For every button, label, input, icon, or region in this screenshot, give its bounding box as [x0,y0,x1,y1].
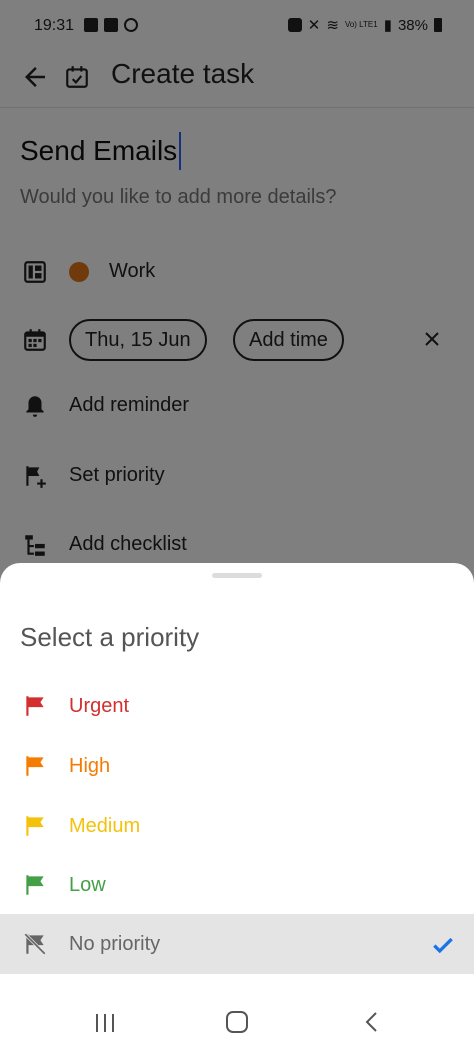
notification-icons [84,18,138,32]
set-priority-label: Set priority [69,464,165,486]
sheet-title: Select a priority [20,622,200,652]
calendar-check-icon [66,66,88,88]
list-row[interactable]: Work [0,246,474,296]
lock-icon [287,18,302,32]
mute-icon: ✕ [307,17,321,34]
add-checklist-label: Add checklist [69,533,187,555]
network-label: Vo) LTE1 [344,20,378,29]
flag-off-icon [24,933,46,955]
priority-option-high[interactable]: High [0,736,474,796]
date-chip[interactable]: Thu, 15 Jun [69,319,207,361]
status-time: 19:31 [34,17,75,34]
priority-label: Urgent [69,695,130,717]
flag-icon [26,816,44,836]
home-icon[interactable] [226,1011,248,1033]
task-title-input[interactable]: Send Emails [20,132,182,170]
priority-option-none[interactable]: No priority [0,914,474,974]
bag-icon [104,18,118,32]
status-bar: 19:31 ✕ ≋ Vo) LTE1 ▮ 38% [0,0,474,52]
battery-level: 38% [397,16,428,34]
priority-bottom-sheet: Select a priority Urgent High Medium Low… [0,563,474,1053]
list-color-dot [69,262,89,282]
flag-plus-icon [26,466,46,488]
gallery-icon [84,18,98,32]
priority-label: Low [69,874,106,896]
recents-icon[interactable] [94,1013,116,1033]
sheet-drag-handle[interactable] [212,573,262,578]
add-reminder-row[interactable]: Add reminder [0,380,474,430]
app-bar: Create task [0,52,474,108]
signal-icon: ▮ [383,17,392,34]
bell-icon [26,396,44,417]
priority-option-urgent[interactable]: Urgent [0,676,474,736]
sync-icon [124,18,138,32]
priority-label: High [69,755,111,777]
add-reminder-label: Add reminder [69,394,190,416]
flag-icon [26,696,44,716]
date-row: Thu, 15 Jun Add time [0,314,474,364]
task-title-text: Send Emails [20,135,178,166]
priority-option-medium[interactable]: Medium [0,796,474,856]
flag-icon [26,875,44,895]
priority-label: Medium [69,815,141,837]
board-icon [24,261,46,283]
set-priority-row[interactable]: Set priority [0,450,474,500]
system-icons: ✕ ≋ Vo) LTE1 ▮ 38% [287,16,442,34]
check-icon [433,937,453,954]
priority-label: No priority [69,933,161,955]
add-time-chip[interactable]: Add time [233,319,344,361]
list-name: Work [109,260,156,282]
add-checklist-row[interactable]: Add checklist [0,519,474,569]
flag-icon [26,756,44,776]
system-nav-bar [0,993,474,1053]
page-title: Create task [111,58,255,89]
task-description-input[interactable]: Would you like to add more details? [20,186,336,209]
priority-option-low[interactable]: Low [0,855,474,915]
nav-back-icon[interactable] [362,1011,382,1033]
battery-icon [434,18,442,32]
wifi-icon: ≋ [326,17,339,34]
checklist-tree-icon [25,535,45,556]
calendar-icon [24,329,46,351]
back-arrow-icon[interactable] [20,62,50,92]
text-cursor [179,132,182,170]
close-icon[interactable] [420,327,444,351]
